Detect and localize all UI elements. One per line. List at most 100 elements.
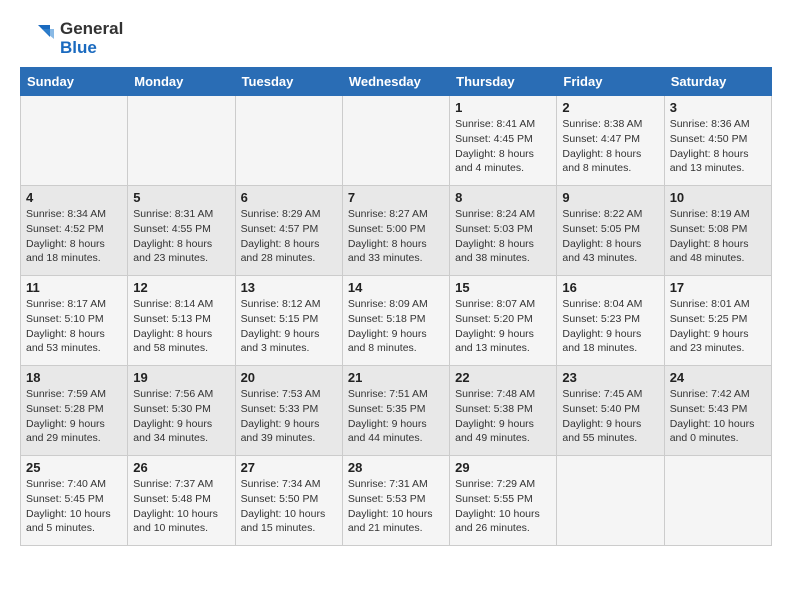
calendar-day-cell: 18Sunrise: 7:59 AM Sunset: 5:28 PM Dayli…	[21, 366, 128, 456]
day-number: 7	[348, 190, 444, 205]
day-info: Sunrise: 8:24 AM Sunset: 5:03 PM Dayligh…	[455, 207, 551, 266]
day-number: 23	[562, 370, 658, 385]
page-header: General Blue	[20, 20, 772, 57]
calendar-day-cell: 2 Sunrise: 8:38 AM Sunset: 4:47 PM Daylig…	[557, 96, 664, 186]
day-info: Sunrise: 7:45 AM Sunset: 5:40 PM Dayligh…	[562, 387, 658, 446]
calendar-day-cell: 8 Sunrise: 8:24 AM Sunset: 5:03 PM Daylig…	[450, 186, 557, 276]
day-info: Sunrise: 7:40 AM Sunset: 5:45 PM Dayligh…	[26, 477, 122, 536]
calendar-day-cell: 4Sunrise: 8:34 AM Sunset: 4:52 PM Daylig…	[21, 186, 128, 276]
calendar-day-cell: 1Sunrise: 8:41 AM Sunset: 4:45 PM Daylig…	[450, 96, 557, 186]
weekday-header-tuesday: Tuesday	[235, 68, 342, 96]
day-info: Sunrise: 8:29 AM Sunset: 4:57 PM Dayligh…	[241, 207, 337, 266]
calendar-day-cell: 6 Sunrise: 8:29 AM Sunset: 4:57 PM Daylig…	[235, 186, 342, 276]
weekday-header-row: SundayMondayTuesdayWednesdayThursdayFrid…	[21, 68, 772, 96]
day-number: 22	[455, 370, 551, 385]
logo-text: General Blue	[60, 20, 123, 57]
day-info: Sunrise: 8:38 AM Sunset: 4:47 PM Dayligh…	[562, 117, 658, 176]
calendar-day-cell: 13 Sunrise: 8:12 AM Sunset: 5:15 PM Dayli…	[235, 276, 342, 366]
logo: General Blue	[20, 20, 123, 57]
day-number: 20	[241, 370, 337, 385]
calendar-day-cell: 12 Sunrise: 8:14 AM Sunset: 5:13 PM Dayli…	[128, 276, 235, 366]
calendar-day-cell: 14Sunrise: 8:09 AM Sunset: 5:18 PM Dayli…	[342, 276, 449, 366]
day-number: 21	[348, 370, 444, 385]
weekday-header-saturday: Saturday	[664, 68, 771, 96]
calendar-day-cell: 19 Sunrise: 7:56 AM Sunset: 5:30 PM Dayli…	[128, 366, 235, 456]
calendar-day-cell: 10 Sunrise: 8:19 AM Sunset: 5:08 PM Dayli…	[664, 186, 771, 276]
calendar-week-row: 25 Sunrise: 7:40 AM Sunset: 5:45 PM Dayli…	[21, 456, 772, 546]
day-info: Sunrise: 8:04 AM Sunset: 5:23 PM Dayligh…	[562, 297, 658, 356]
day-info: Sunrise: 8:31 AM Sunset: 4:55 PM Dayligh…	[133, 207, 229, 266]
calendar-day-cell: 25 Sunrise: 7:40 AM Sunset: 5:45 PM Dayli…	[21, 456, 128, 546]
day-info: Sunrise: 8:36 AM Sunset: 4:50 PM Dayligh…	[670, 117, 766, 176]
calendar-week-row: 1Sunrise: 8:41 AM Sunset: 4:45 PM Daylig…	[21, 96, 772, 186]
calendar-day-cell: 17 Sunrise: 8:01 AM Sunset: 5:25 PM Dayli…	[664, 276, 771, 366]
logo-bird-icon	[20, 21, 56, 57]
empty-day-cell	[235, 96, 342, 186]
calendar-week-row: 4Sunrise: 8:34 AM Sunset: 4:52 PM Daylig…	[21, 186, 772, 276]
calendar-day-cell: 26Sunrise: 7:37 AM Sunset: 5:48 PM Dayli…	[128, 456, 235, 546]
day-number: 29	[455, 460, 551, 475]
weekday-header-sunday: Sunday	[21, 68, 128, 96]
day-number: 8	[455, 190, 551, 205]
day-info: Sunrise: 7:37 AM Sunset: 5:48 PM Dayligh…	[133, 477, 229, 536]
calendar-day-cell: 3 Sunrise: 8:36 AM Sunset: 4:50 PM Daylig…	[664, 96, 771, 186]
day-info: Sunrise: 8:01 AM Sunset: 5:25 PM Dayligh…	[670, 297, 766, 356]
day-info: Sunrise: 8:17 AM Sunset: 5:10 PM Dayligh…	[26, 297, 122, 356]
day-info: Sunrise: 7:56 AM Sunset: 5:30 PM Dayligh…	[133, 387, 229, 446]
day-number: 13	[241, 280, 337, 295]
day-info: Sunrise: 7:31 AM Sunset: 5:53 PM Dayligh…	[348, 477, 444, 536]
empty-day-cell	[21, 96, 128, 186]
calendar-week-row: 18Sunrise: 7:59 AM Sunset: 5:28 PM Dayli…	[21, 366, 772, 456]
day-number: 16	[562, 280, 658, 295]
day-info: Sunrise: 8:34 AM Sunset: 4:52 PM Dayligh…	[26, 207, 122, 266]
day-info: Sunrise: 8:12 AM Sunset: 5:15 PM Dayligh…	[241, 297, 337, 356]
day-info: Sunrise: 8:22 AM Sunset: 5:05 PM Dayligh…	[562, 207, 658, 266]
day-number: 14	[348, 280, 444, 295]
day-info: Sunrise: 7:51 AM Sunset: 5:35 PM Dayligh…	[348, 387, 444, 446]
day-number: 24	[670, 370, 766, 385]
day-number: 6	[241, 190, 337, 205]
calendar-day-cell: 24 Sunrise: 7:42 AM Sunset: 5:43 PM Dayli…	[664, 366, 771, 456]
day-info: Sunrise: 7:29 AM Sunset: 5:55 PM Dayligh…	[455, 477, 551, 536]
day-info: Sunrise: 7:34 AM Sunset: 5:50 PM Dayligh…	[241, 477, 337, 536]
day-number: 25	[26, 460, 122, 475]
day-info: Sunrise: 8:14 AM Sunset: 5:13 PM Dayligh…	[133, 297, 229, 356]
calendar-day-cell: 29 Sunrise: 7:29 AM Sunset: 5:55 PM Dayli…	[450, 456, 557, 546]
empty-day-cell	[557, 456, 664, 546]
day-number: 10	[670, 190, 766, 205]
empty-day-cell	[128, 96, 235, 186]
day-number: 27	[241, 460, 337, 475]
day-number: 28	[348, 460, 444, 475]
calendar-day-cell: 11 Sunrise: 8:17 AM Sunset: 5:10 PM Dayli…	[21, 276, 128, 366]
weekday-header-thursday: Thursday	[450, 68, 557, 96]
day-number: 15	[455, 280, 551, 295]
day-info: Sunrise: 8:07 AM Sunset: 5:20 PM Dayligh…	[455, 297, 551, 356]
day-number: 1	[455, 100, 551, 115]
calendar-table: SundayMondayTuesdayWednesdayThursdayFrid…	[20, 67, 772, 546]
calendar-day-cell: 21 Sunrise: 7:51 AM Sunset: 5:35 PM Dayli…	[342, 366, 449, 456]
weekday-header-monday: Monday	[128, 68, 235, 96]
day-info: Sunrise: 8:27 AM Sunset: 5:00 PM Dayligh…	[348, 207, 444, 266]
calendar-day-cell: 15 Sunrise: 8:07 AM Sunset: 5:20 PM Dayli…	[450, 276, 557, 366]
day-number: 19	[133, 370, 229, 385]
calendar-week-row: 11 Sunrise: 8:17 AM Sunset: 5:10 PM Dayli…	[21, 276, 772, 366]
day-number: 3	[670, 100, 766, 115]
weekday-header-friday: Friday	[557, 68, 664, 96]
day-number: 17	[670, 280, 766, 295]
day-number: 11	[26, 280, 122, 295]
weekday-header-wednesday: Wednesday	[342, 68, 449, 96]
calendar-day-cell: 28 Sunrise: 7:31 AM Sunset: 5:53 PM Dayli…	[342, 456, 449, 546]
empty-day-cell	[664, 456, 771, 546]
calendar-day-cell: 7 Sunrise: 8:27 AM Sunset: 5:00 PM Daylig…	[342, 186, 449, 276]
calendar-day-cell: 16 Sunrise: 8:04 AM Sunset: 5:23 PM Dayli…	[557, 276, 664, 366]
day-number: 9	[562, 190, 658, 205]
day-info: Sunrise: 7:53 AM Sunset: 5:33 PM Dayligh…	[241, 387, 337, 446]
calendar-day-cell: 9 Sunrise: 8:22 AM Sunset: 5:05 PM Daylig…	[557, 186, 664, 276]
day-number: 5	[133, 190, 229, 205]
day-number: 2	[562, 100, 658, 115]
day-info: Sunrise: 8:19 AM Sunset: 5:08 PM Dayligh…	[670, 207, 766, 266]
day-info: Sunrise: 7:42 AM Sunset: 5:43 PM Dayligh…	[670, 387, 766, 446]
calendar-day-cell: 22Sunrise: 7:48 AM Sunset: 5:38 PM Dayli…	[450, 366, 557, 456]
calendar-day-cell: 5 Sunrise: 8:31 AM Sunset: 4:55 PM Daylig…	[128, 186, 235, 276]
day-number: 12	[133, 280, 229, 295]
